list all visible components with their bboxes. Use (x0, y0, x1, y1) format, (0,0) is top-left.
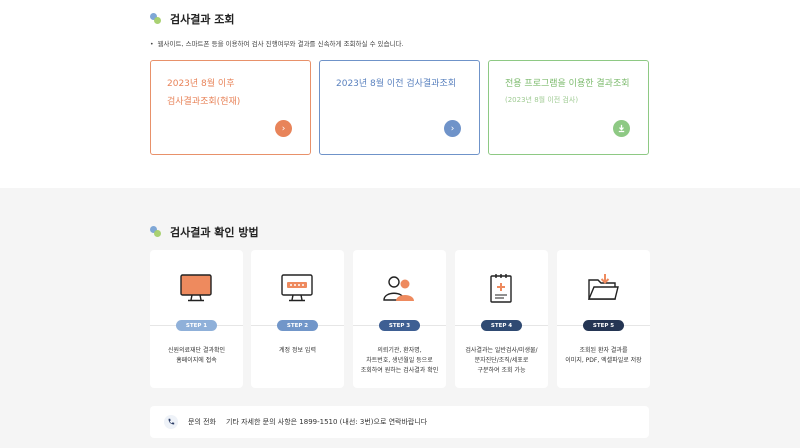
section-title-text: 검사결과 조회 (170, 13, 235, 26)
card-before-2023-08[interactable]: 2023년 8월 이전 검사결과조회 › (319, 60, 480, 155)
step-text-line: 조회된 환자 결과를 (579, 347, 628, 354)
step-badge: STEP 4 (481, 320, 522, 331)
monitor-icon (180, 274, 212, 302)
section-title-inquiry: 검사결과 조회 (150, 11, 235, 27)
step-text-line: 신원의료재단 결과확인 (167, 347, 226, 354)
step-card-4: STEP 4 검사결과는 일반검사/미생물/ 분자진단/조직/세포로 구분하여 … (455, 250, 548, 388)
contact-bar: 문의 전화 기타 자세한 문의 사항은 1899-1510 (내선: 3번)으로… (150, 406, 649, 438)
step-card-1: STEP 1 신원의료재단 결과확인 홈페이지에 접속 (150, 250, 243, 388)
step-text-line: 홈페이지에 접속 (176, 357, 217, 364)
folder-download-icon (587, 274, 619, 300)
download-icon[interactable] (613, 120, 630, 137)
contact-label: 문의 전화 (188, 418, 216, 426)
card-label: 검사결과조회(현재) (167, 97, 241, 107)
step-text: 계정 정보 입력 (255, 346, 340, 356)
phone-icon (164, 415, 178, 429)
step-text-line: 의뢰기관, 환자명, (377, 347, 422, 354)
step-text: 조회된 환자 결과를 이미지, PDF, 엑셀파일로 저장 (561, 346, 646, 366)
step-card-5: STEP 5 조회된 환자 결과를 이미지, PDF, 엑셀파일로 저장 (557, 250, 650, 388)
clipboard-icon (490, 274, 512, 303)
step-card-3: STEP 3 의뢰기관, 환자명, 차트번호, 생년월일 등으로 조회하여 원하… (353, 250, 446, 388)
title-dots-icon (150, 226, 162, 238)
step-text: 신원의료재단 결과확인 홈페이지에 접속 (154, 346, 239, 366)
password-monitor-icon (281, 274, 313, 302)
step-text-line: 이미지, PDF, 엑셀파일로 저장 (565, 357, 642, 364)
chevron-right-icon[interactable]: › (275, 120, 292, 137)
step-badge: STEP 5 (583, 320, 624, 331)
step-card-2: STEP 2 계정 정보 입력 (251, 250, 344, 388)
card-program-inquiry[interactable]: 전용 프로그램을 이용한 결과조회 (2023년 8월 이전 검사) (488, 60, 649, 155)
step-badge: STEP 3 (379, 320, 420, 331)
card-label: 전용 프로그램을 이용한 결과조회 (505, 79, 630, 89)
section-description: 웹사이트, 스마트폰 등을 이용하여 검사 진행여부와 결과를 신속하게 조회하… (150, 38, 404, 48)
section-title-method: 검사결과 확인 방법 (150, 224, 259, 240)
chevron-right-icon[interactable]: › (444, 120, 461, 137)
step-text: 의뢰기관, 환자명, 차트번호, 생년월일 등으로 조회하여 원하는 검사결과 … (357, 346, 442, 376)
users-icon (383, 276, 414, 301)
step-text-line: 차트번호, 생년월일 등으로 (366, 357, 433, 364)
step-text-line: 분자진단/조직/세포로 (474, 357, 529, 364)
card-after-2023-08[interactable]: 2023년 8월 이후 검사결과조회(현재) › (150, 60, 311, 155)
step-badge: STEP 1 (176, 320, 217, 331)
contact-text: 기타 자세한 문의 사항은 1899-1510 (내선: 3번)으로 연락바랍니… (226, 418, 428, 426)
step-text-line: 조회하여 원하는 검사결과 확인 (360, 367, 439, 374)
step-badge: STEP 2 (277, 320, 318, 331)
card-sublabel: (2023년 8월 이전 검사) (505, 96, 579, 104)
step-text: 검사결과는 일반검사/미생물/ 분자진단/조직/세포로 구분하여 조회 가능 (459, 346, 544, 376)
card-label: 2023년 8월 이전 검사결과조회 (336, 79, 457, 89)
step-text-line: 검사결과는 일반검사/미생물/ (465, 347, 538, 354)
step-text-line: 구분하여 조회 가능 (477, 367, 526, 374)
section-title-text: 검사결과 확인 방법 (170, 226, 259, 239)
card-label: 2023년 8월 이후 (167, 79, 235, 89)
step-text-line: 계정 정보 입력 (279, 347, 316, 354)
title-dots-icon (150, 13, 162, 25)
